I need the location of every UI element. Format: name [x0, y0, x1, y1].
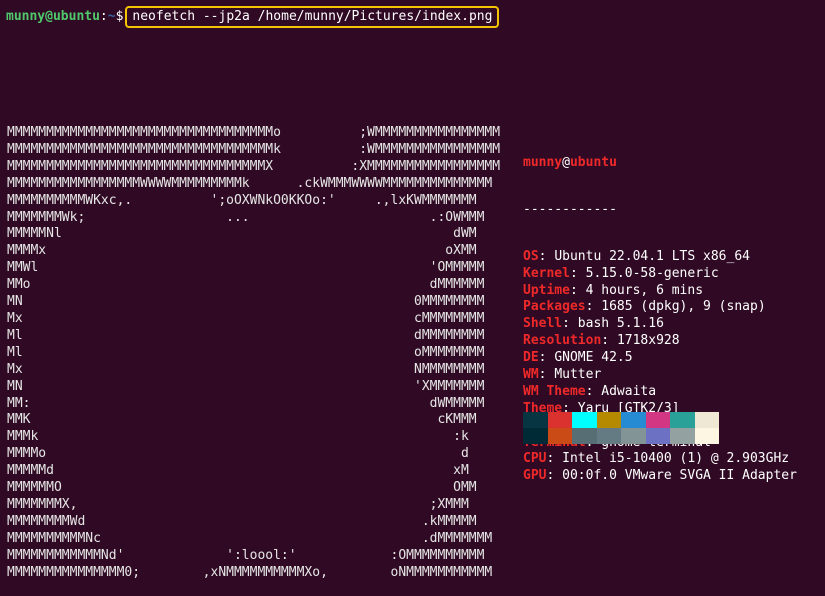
palette-swatch — [645, 412, 670, 428]
info-label: Packages — [523, 299, 586, 315]
info-row: Uptime: 4 hours, 6 mins — [523, 283, 797, 300]
command-text[interactable]: neofetch --jp2a /home/munny/Pictures/ind… — [125, 6, 500, 28]
info-value: Ubuntu 22.04.1 LTS x86_64 — [554, 248, 750, 264]
info-label: Kernel — [523, 265, 570, 281]
palette-swatch — [670, 428, 695, 444]
prompt-dollar: $ — [115, 9, 124, 24]
terminal-window[interactable]: munny@ubuntu:~$ neofetch --jp2a /home/mun… — [0, 0, 825, 596]
info-value: 4 hours, 6 mins — [585, 282, 704, 298]
info-value: Adwaita — [601, 383, 657, 399]
info-row: CPU: Intel i5-10400 (1) @ 2.903GHz — [523, 451, 797, 468]
palette-swatch — [670, 412, 695, 428]
palette-swatch — [645, 428, 670, 444]
info-user: munny — [523, 155, 563, 170]
palette-swatch — [523, 412, 548, 428]
palette-swatch — [547, 428, 572, 444]
info-label-separator: : — [538, 350, 555, 366]
palette-swatch — [572, 428, 597, 444]
color-palette — [523, 412, 719, 444]
info-value: bash 5.1.16 — [577, 316, 664, 332]
info-label-separator: : — [546, 451, 563, 467]
info-label: WM — [523, 367, 539, 383]
info-label-separator: : — [538, 367, 555, 383]
palette-row-2 — [523, 428, 719, 444]
prompt-path: ~ — [107, 9, 116, 24]
info-items: OS: Ubuntu 22.04.1 LTS x86_64 Kernel: 5.1… — [523, 249, 797, 485]
system-info-panel: munny@ubuntu ------------ OS: Ubuntu 22.… — [523, 125, 797, 515]
info-label: Uptime — [523, 282, 570, 298]
info-host: ubuntu — [569, 155, 617, 170]
info-value: Intel i5-10400 (1) @ 2.903GHz — [562, 451, 790, 467]
info-label-separator: : — [546, 468, 563, 484]
info-label: CPU — [523, 451, 547, 467]
palette-swatch — [547, 412, 572, 428]
info-row: OS: Ubuntu 22.04.1 LTS x86_64 — [523, 249, 797, 266]
palette-row-1 — [523, 412, 719, 428]
palette-swatch — [621, 412, 646, 428]
palette-swatch — [596, 412, 621, 428]
info-row: GPU: 00:0f.0 VMware SVGA II Adapter — [523, 468, 797, 485]
palette-swatch — [572, 412, 597, 428]
info-value: 1718x928 — [616, 333, 680, 349]
info-title: munny@ubuntu — [523, 155, 797, 172]
prompt-separator: : — [99, 9, 108, 24]
palette-swatch — [596, 428, 621, 444]
info-row: DE: GNOME 42.5 — [523, 350, 797, 367]
palette-swatch — [621, 428, 646, 444]
prompt-user-host: munny@ubuntu — [6, 9, 100, 24]
info-label: DE — [523, 350, 539, 366]
info-label-separator: : — [569, 265, 586, 281]
info-row: WM: Mutter — [523, 367, 797, 384]
info-label-separator: : — [538, 248, 555, 264]
info-value: 1685 (dpkg), 9 (snap) — [601, 299, 766, 315]
palette-swatch — [523, 428, 548, 444]
info-label-separator: : — [569, 282, 586, 298]
info-label-separator: : — [601, 333, 617, 349]
info-value: 5.15.0-58-generic — [585, 265, 719, 281]
info-label-separator: : — [585, 383, 602, 399]
info-label: WM Theme — [523, 383, 586, 399]
info-row: Shell: bash 5.1.16 — [523, 316, 797, 333]
info-at: @ — [562, 155, 570, 170]
info-label: GPU — [523, 468, 547, 484]
info-label: OS — [523, 248, 539, 264]
info-row: Resolution: 1718x928 — [523, 333, 797, 350]
info-underline: ------------ — [523, 201, 617, 217]
palette-swatch — [694, 428, 719, 444]
info-row: Packages: 1685 (dpkg), 9 (snap) — [523, 299, 797, 316]
info-value: Mutter — [554, 367, 602, 383]
palette-swatch — [694, 412, 719, 428]
info-label-separator: : — [585, 299, 602, 315]
info-label-separator: : — [562, 316, 578, 332]
info-value: 00:0f.0 VMware SVGA II Adapter — [562, 468, 797, 484]
info-row: Kernel: 5.15.0-58-generic — [523, 266, 797, 283]
ascii-art-logo: MMMMMMMMMMMMMMMMMMMMMMMMMMMMMMMMMMo ;WMM… — [7, 125, 501, 580]
info-label: Resolution — [523, 333, 602, 349]
info-value: GNOME 42.5 — [554, 350, 633, 366]
info-label: Shell — [523, 316, 563, 332]
info-row: WM Theme: Adwaita — [523, 384, 797, 401]
prompt-line: munny@ubuntu:~$ neofetch --jp2a /home/mun… — [6, 6, 500, 28]
